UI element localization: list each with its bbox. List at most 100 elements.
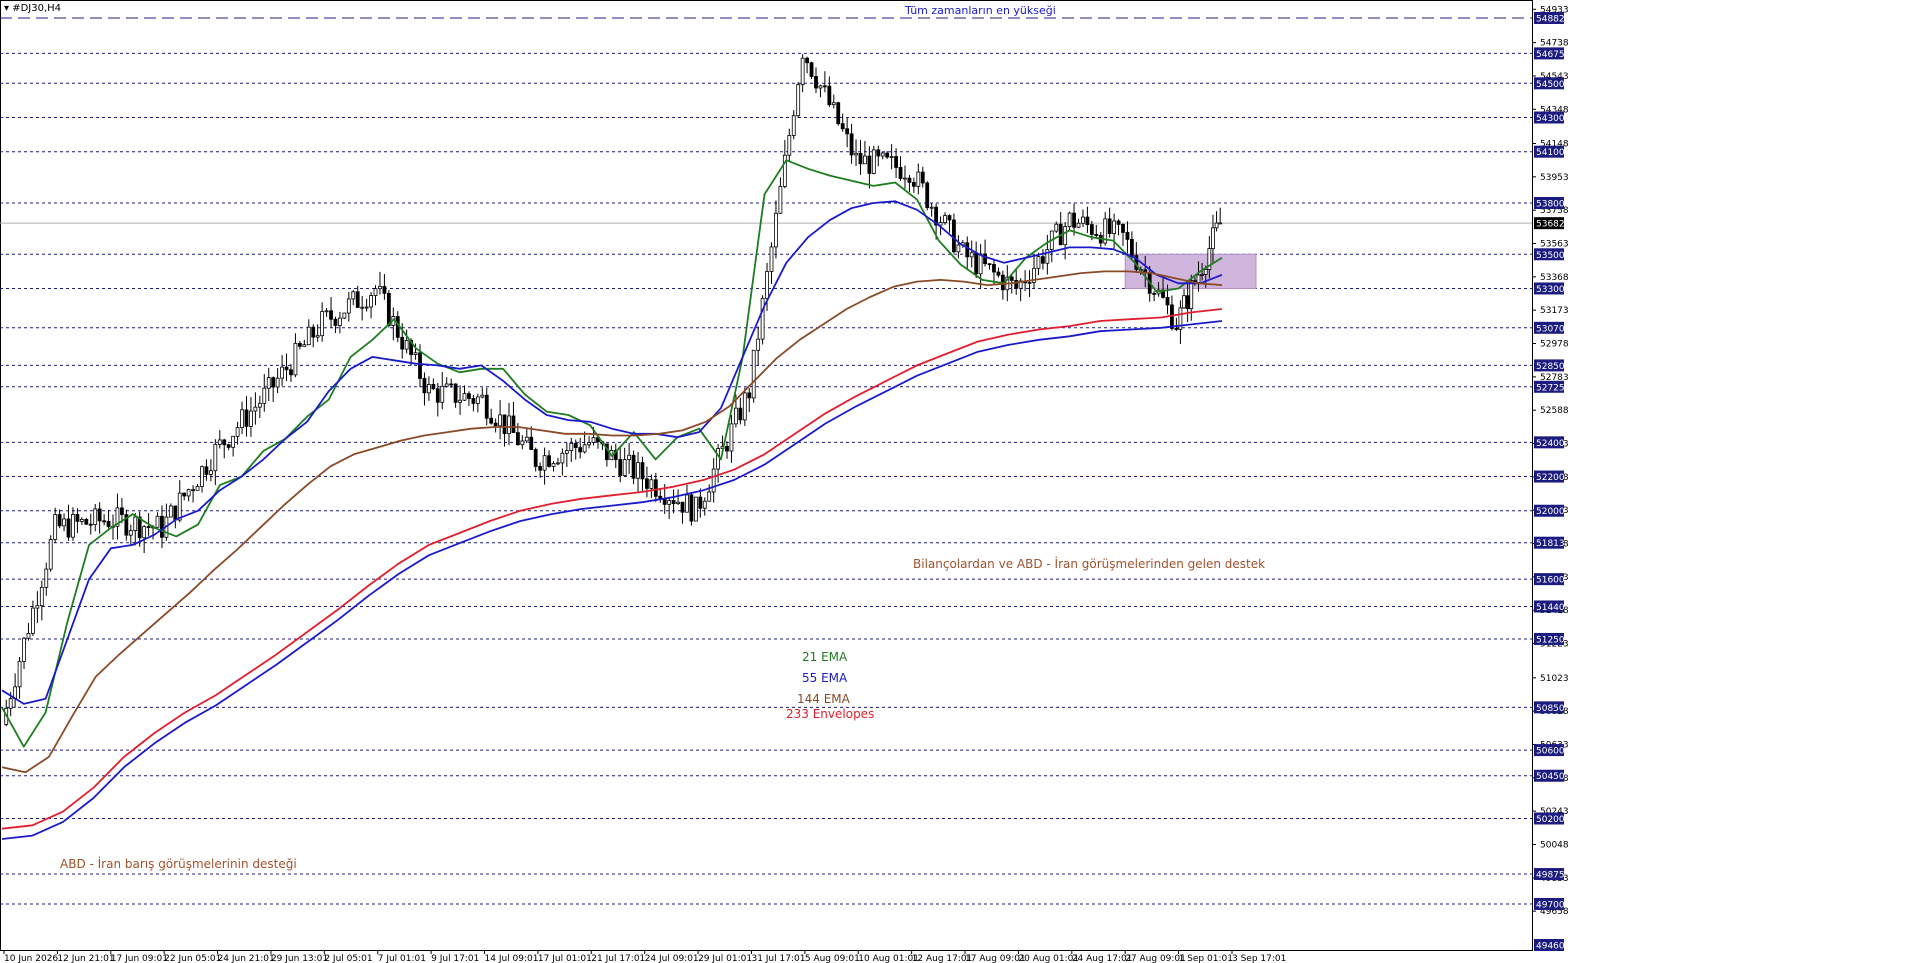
candle-body bbox=[689, 494, 694, 522]
price-tick-label: 54738 bbox=[1540, 39, 1569, 49]
candle-body bbox=[742, 392, 747, 421]
candle-body bbox=[1218, 222, 1223, 225]
candle-body bbox=[987, 263, 992, 266]
candle-body bbox=[102, 520, 107, 523]
price-tick-label: 53368 bbox=[1540, 273, 1569, 283]
candle-body bbox=[502, 414, 507, 435]
candle-body bbox=[351, 291, 356, 300]
candle-body bbox=[173, 505, 178, 521]
candle-body bbox=[1054, 223, 1059, 232]
time-tick-label: 20 Aug 01:01 bbox=[1018, 954, 1079, 963]
candle-body bbox=[484, 394, 489, 419]
candle-body bbox=[449, 383, 454, 386]
candle-body bbox=[462, 393, 467, 401]
candle-body bbox=[240, 409, 244, 429]
candle-body bbox=[822, 85, 827, 88]
candle-body bbox=[275, 377, 280, 388]
candle-body bbox=[538, 466, 543, 471]
candle-body bbox=[1045, 249, 1050, 264]
candle-body bbox=[1182, 295, 1186, 309]
candle-body bbox=[320, 311, 325, 337]
candle-body bbox=[1165, 296, 1170, 306]
candle-body bbox=[1085, 216, 1090, 225]
candle-body bbox=[493, 422, 498, 427]
candle-body bbox=[191, 489, 195, 492]
candle-body bbox=[200, 466, 204, 487]
candle-body bbox=[222, 439, 227, 446]
candle-body bbox=[249, 410, 253, 427]
time-tick-label: 14 Jul 09:01 bbox=[485, 954, 539, 963]
candle-body bbox=[849, 133, 854, 156]
candle-body bbox=[284, 366, 289, 371]
plot-frame bbox=[0, 0, 1533, 951]
candle-body bbox=[707, 491, 712, 502]
price-tick-label: 52588 bbox=[1540, 406, 1569, 416]
candle-body bbox=[1063, 226, 1068, 246]
candle-body bbox=[213, 443, 218, 472]
candle-body bbox=[48, 539, 53, 570]
candle-body bbox=[734, 407, 738, 425]
candle-body bbox=[894, 156, 898, 168]
candle-body bbox=[693, 496, 698, 522]
candle-body bbox=[929, 206, 934, 209]
time-tick-label: 21 Jul 17:01 bbox=[591, 954, 645, 963]
candle-body bbox=[649, 479, 654, 489]
horizontal-levels bbox=[0, 0, 1533, 951]
candle-body bbox=[360, 306, 365, 309]
candle-body bbox=[289, 369, 293, 376]
time-tick-label: 17 Jul 01:01 bbox=[538, 954, 592, 963]
candle-body bbox=[1076, 222, 1081, 228]
candle-body bbox=[880, 152, 885, 157]
support-peace-annotation: ABD - İran barış görüşmelerinin desteği bbox=[60, 857, 297, 871]
collapse-triangle-icon[interactable]: ▾ bbox=[4, 3, 9, 14]
candle-body bbox=[871, 149, 876, 174]
candle-body bbox=[422, 378, 427, 394]
price-tag-label: 53500 bbox=[1536, 251, 1565, 261]
candle-body bbox=[818, 85, 823, 89]
price-tag-label: 50200 bbox=[1536, 815, 1565, 825]
candle-body bbox=[498, 414, 502, 427]
legend-ema21: 21 EMA bbox=[802, 650, 848, 664]
candle-body bbox=[262, 387, 267, 404]
candle-body bbox=[551, 463, 556, 467]
candle-body bbox=[903, 177, 907, 180]
price-tag-label: 54100 bbox=[1536, 148, 1565, 158]
candle-body bbox=[293, 343, 298, 376]
price-chart[interactable]: 5493354738545435434854148539535375853563… bbox=[0, 0, 1916, 963]
candle-body bbox=[404, 339, 409, 350]
candle-body bbox=[8, 698, 13, 709]
time-tick-label: 10 Aug 01:01 bbox=[858, 954, 919, 963]
candle-body bbox=[952, 219, 956, 253]
candle-body bbox=[440, 385, 445, 403]
candle-body bbox=[386, 292, 391, 326]
candle-body bbox=[573, 442, 578, 448]
candle-body bbox=[627, 454, 632, 461]
candle-body bbox=[1214, 222, 1219, 229]
candle-body bbox=[120, 507, 124, 516]
candle-body bbox=[84, 518, 89, 525]
candle-body bbox=[965, 242, 970, 258]
candle-body bbox=[662, 498, 667, 505]
candle-body bbox=[956, 244, 961, 253]
candle-body bbox=[1027, 281, 1032, 284]
candle-body bbox=[364, 306, 369, 309]
candle-body bbox=[738, 407, 743, 421]
candle-body bbox=[854, 152, 858, 156]
price-tag-label: 51600 bbox=[1536, 576, 1565, 586]
candle-body bbox=[324, 310, 329, 313]
support-earnings-annotation: Bilançolardan ve ABD - İran görüşmelerin… bbox=[913, 557, 1266, 571]
candle-body bbox=[587, 442, 591, 446]
time-tick-label: 1 Sep 01:01 bbox=[1179, 954, 1233, 963]
candle-body bbox=[702, 500, 707, 509]
candle-body bbox=[271, 377, 276, 388]
price-tick-label: 52978 bbox=[1540, 340, 1569, 350]
candle-body bbox=[564, 450, 569, 454]
candle-body bbox=[66, 518, 71, 538]
candle-body bbox=[542, 455, 547, 471]
candle-body bbox=[475, 396, 480, 404]
candle-body bbox=[338, 317, 342, 326]
price-tag-label: 54882 bbox=[1536, 15, 1565, 25]
price-tag-label: 53300 bbox=[1536, 285, 1565, 295]
series-line-2 bbox=[1, 270, 1223, 774]
candle-body bbox=[827, 85, 832, 106]
